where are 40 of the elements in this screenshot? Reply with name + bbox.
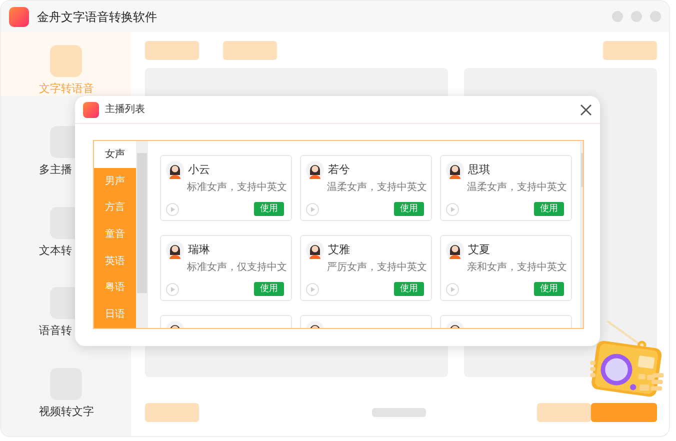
voice-name: 小云 xyxy=(188,162,210,178)
dialog-title: 主播列表 xyxy=(105,102,145,117)
voice-card[interactable]: 小云 标准女声，支持中英文 使用 xyxy=(160,155,292,221)
voice-name: 艾雅 xyxy=(328,242,350,258)
window-title: 金舟文字语音转换软件 xyxy=(37,8,157,26)
category-tab[interactable]: 日语 xyxy=(94,301,136,328)
use-button[interactable]: 使用 xyxy=(394,282,424,296)
use-button[interactable]: 使用 xyxy=(254,282,284,296)
sidebar-label: 视频转文字 xyxy=(39,406,94,418)
voice-description: 温柔女声，支持中英文 xyxy=(327,182,427,193)
sidebar-label: 语音转 xyxy=(39,325,72,338)
sidebar-label: 文字转语音 xyxy=(39,83,94,95)
category-tab[interactable]: 女声 xyxy=(94,141,136,168)
sidebar-label: 多主播 xyxy=(39,164,72,176)
voice-card[interactable]: 思琪 温柔女声，支持中英文 使用 xyxy=(440,155,572,221)
voice-name: 若兮 xyxy=(328,162,350,178)
voice-name: 艾夏 xyxy=(468,242,490,258)
voice-name: 瑞琳 xyxy=(188,242,210,258)
category-tab[interactable]: 英语 xyxy=(94,248,136,275)
use-button[interactable]: 使用 xyxy=(534,202,564,216)
sidebar-item[interactable]: 文字转语音 xyxy=(1,32,131,96)
use-button[interactable]: 使用 xyxy=(534,282,564,296)
category-tab[interactable]: 方言 xyxy=(94,194,136,222)
category-tab[interactable]: 男声 xyxy=(94,168,136,194)
voice-description: 严厉女声，支持中英文 xyxy=(327,262,427,273)
voice-name: 思琪 xyxy=(468,162,490,178)
voice-card[interactable]: 艾雅 严厉女声，支持中英文 使用 xyxy=(300,235,432,301)
use-button[interactable]: 使用 xyxy=(254,202,284,216)
voice-description: 亲和女声，支持中英文 xyxy=(467,262,567,273)
voice-card[interactable]: 艾夏 亲和女声，支持中英文 使用 xyxy=(440,235,572,301)
voice-card[interactable]: 瑞琳 标准女声，仅支持中文 使用 xyxy=(160,235,292,301)
sidebar-label: 文本转 xyxy=(39,244,72,257)
voice-description: 温柔女声，支持中英文 xyxy=(467,182,567,193)
use-button[interactable]: 使用 xyxy=(394,202,424,216)
category-tab[interactable]: 童音 xyxy=(94,221,136,248)
sidebar-item[interactable]: 视频转文字 xyxy=(1,355,131,419)
voice-description: 标准女声，仅支持中文 xyxy=(187,262,287,273)
voice-description: 标准女声，支持中英文 xyxy=(187,182,287,193)
voice-card[interactable]: 若兮 温柔女声，支持中英文 使用 xyxy=(300,155,432,221)
category-tab[interactable]: 粤语 xyxy=(94,274,136,302)
